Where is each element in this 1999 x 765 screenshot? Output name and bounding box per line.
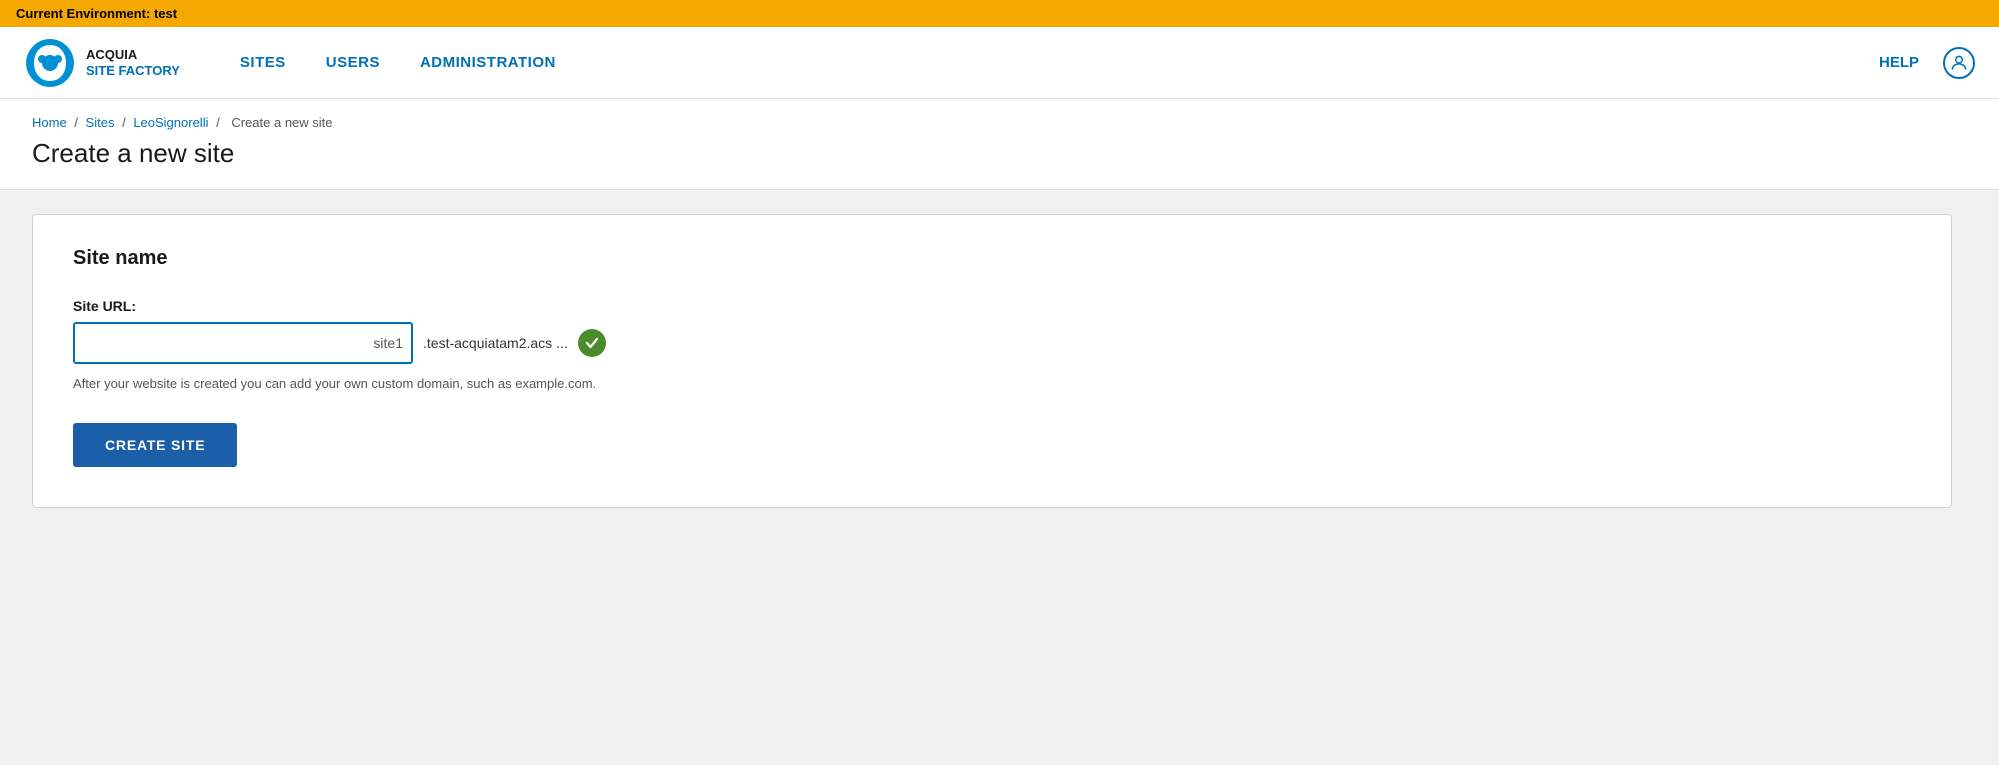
valid-check-icon [578,329,606,357]
helper-text: After your website is created you can ad… [73,376,1911,391]
environment-bar: Current Environment: test [0,0,1999,27]
url-input-wrapper: site1 [73,322,413,364]
site-url-label: Site URL: [73,298,1911,314]
create-site-button[interactable]: CREATE SITE [73,423,237,467]
environment-label: Current Environment: test [16,6,177,21]
form-card: Site name Site URL: site1 .test-acquiata… [32,214,1952,508]
page-header: Home / Sites / LeoSignorelli / Create a … [0,99,1999,190]
breadcrumb-current: Create a new site [231,115,332,130]
logo-line2: SITE FACTORY [86,63,180,79]
help-link[interactable]: HELP [1879,54,1919,71]
nav-sites[interactable]: SITES [240,54,286,71]
logo-text: ACQUIA SITE FACTORY [86,47,180,78]
nav-administration[interactable]: ADMINISTRATION [420,54,556,71]
url-domain: .test-acquiatam2.acs ... [423,335,568,351]
breadcrumb-home[interactable]: Home [32,115,67,130]
user-icon[interactable] [1943,47,1975,79]
breadcrumb-leosignorelli[interactable]: LeoSignorelli [133,115,208,130]
logo-icon [24,37,76,89]
nav-users[interactable]: USERS [326,54,380,71]
top-nav: ACQUIA SITE FACTORY SITES USERS ADMINIST… [0,27,1999,99]
page-title: Create a new site [32,138,1967,169]
url-field-row: site1 .test-acquiatam2.acs ... [73,322,1911,364]
section-title: Site name [73,247,1911,270]
main-content: Site name Site URL: site1 .test-acquiata… [0,190,1999,765]
logo-line1: ACQUIA [86,47,180,63]
nav-right: HELP [1879,47,1975,79]
breadcrumb-sites[interactable]: Sites [86,115,115,130]
breadcrumb: Home / Sites / LeoSignorelli / Create a … [32,115,1967,130]
nav-links: SITES USERS ADMINISTRATION [240,54,1879,71]
logo: ACQUIA SITE FACTORY [24,37,180,89]
site-url-input[interactable] [73,322,413,364]
